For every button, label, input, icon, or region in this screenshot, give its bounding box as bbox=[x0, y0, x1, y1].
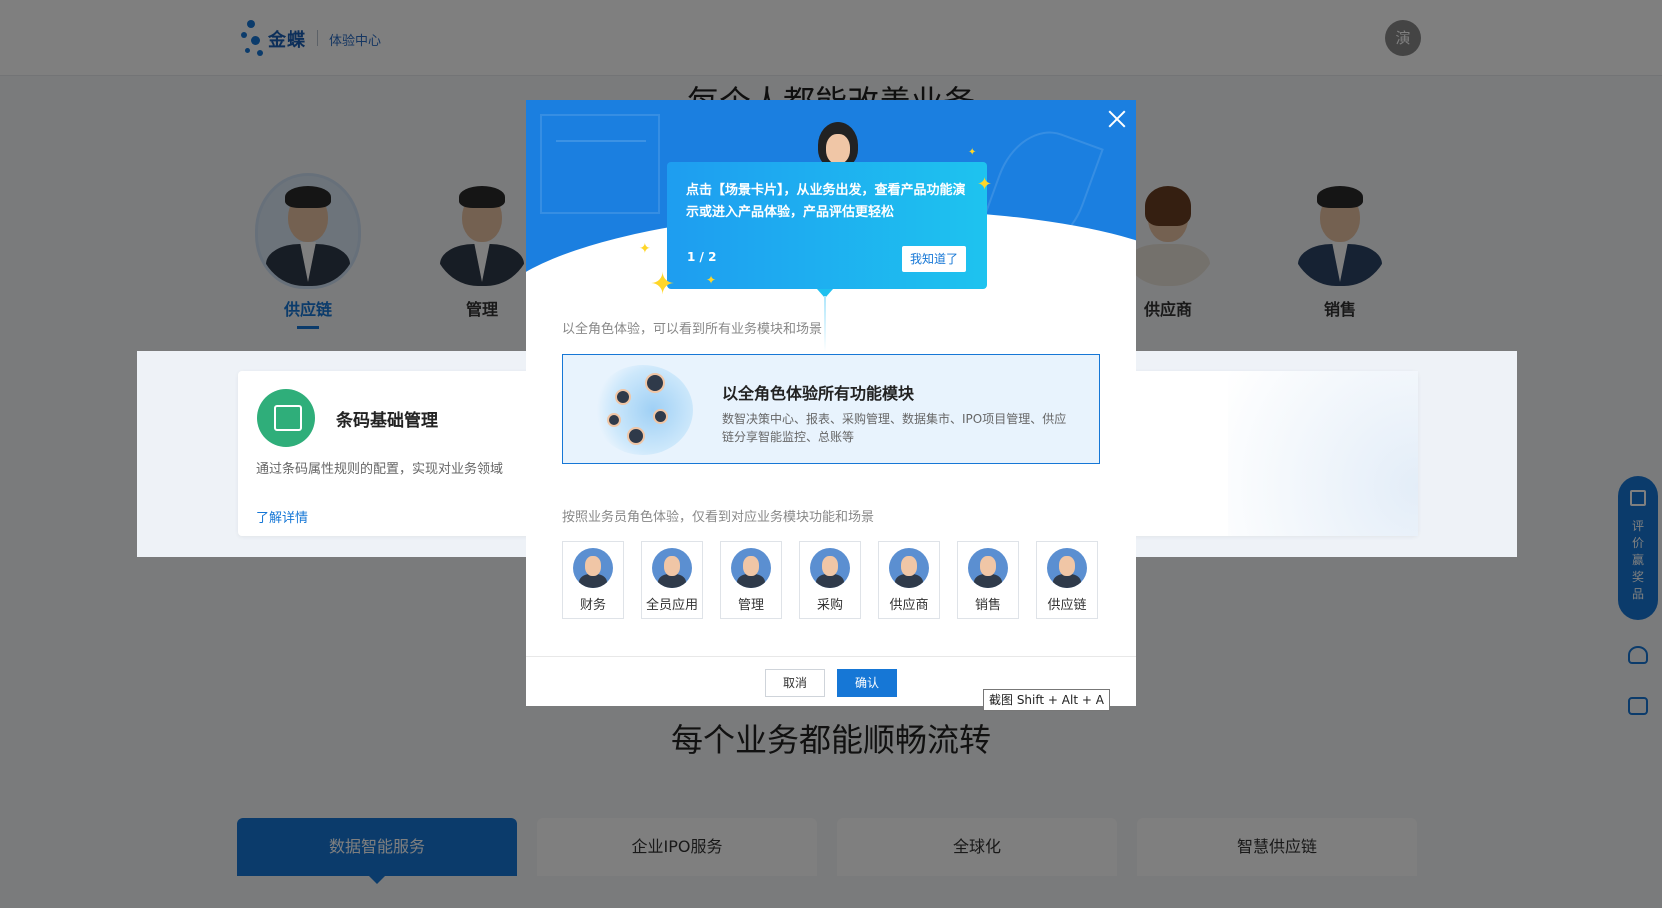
overlay-mask bbox=[1517, 351, 1662, 557]
screenshot-shortcut-tooltip: 截图 Shift + Alt + A bbox=[983, 689, 1110, 711]
role-chip-management[interactable]: 管理 bbox=[720, 541, 782, 619]
sparkle-icon: ✦ bbox=[650, 267, 676, 302]
cancel-button[interactable]: 取消 bbox=[765, 669, 825, 697]
role-chip-avatar bbox=[968, 548, 1008, 588]
role-chip-label: 全员应用 bbox=[645, 598, 698, 613]
scene-card-decoration bbox=[1228, 371, 1418, 536]
all-role-title: 以全角色体验所有功能模块 bbox=[722, 384, 915, 403]
role-chip-supplier[interactable]: 供应商 bbox=[878, 541, 940, 619]
per-role-section-label: 按照业务员角色体验，仅看到对应业务模块功能和场景 bbox=[562, 510, 875, 525]
guide-tooltip: 点击【场景卡片】，从业务出发，查看产品功能演示或进入产品体验，产品评估更轻松 1… bbox=[667, 162, 987, 289]
scene-card-link[interactable]: 了解详情 bbox=[256, 507, 308, 526]
confirm-button[interactable]: 确认 bbox=[837, 669, 897, 697]
role-chip-label: 管理 bbox=[737, 598, 764, 613]
guide-step-indicator: 1 / 2 bbox=[687, 250, 717, 264]
role-chip-purchasing[interactable]: 采购 bbox=[799, 541, 861, 619]
role-chip-label: 财务 bbox=[579, 598, 606, 613]
all-role-section-label: 以全角色体验，可以看到所有业务模块和场景 bbox=[562, 322, 823, 337]
role-chip-avatar bbox=[1047, 548, 1087, 588]
role-chip-sales[interactable]: 销售 bbox=[957, 541, 1019, 619]
role-chip-avatar bbox=[889, 548, 929, 588]
overlay-mask bbox=[0, 351, 137, 557]
role-chip-avatar bbox=[731, 548, 771, 588]
scene-card-title: 条码基础管理 bbox=[336, 411, 438, 431]
role-chip-supply-chain[interactable]: 供应链 bbox=[1036, 541, 1098, 619]
role-chip-finance[interactable]: 财务 bbox=[562, 541, 624, 619]
sparkle-icon: ✦ bbox=[977, 174, 993, 195]
guide-pointer-line bbox=[824, 296, 826, 352]
all-role-illustration bbox=[593, 365, 693, 455]
role-chip-label: 供应商 bbox=[889, 598, 929, 613]
sparkle-icon: ✦ bbox=[706, 273, 717, 287]
sparkle-icon: ✦ bbox=[968, 147, 977, 158]
role-chip-avatar bbox=[810, 548, 850, 588]
all-role-card[interactable]: 以全角色体验所有功能模块 数智决策中心、报表、采购管理、数据集市、IPO项目管理… bbox=[562, 354, 1100, 464]
close-icon[interactable] bbox=[1106, 108, 1128, 130]
sparkle-icon: ✦ bbox=[639, 241, 651, 257]
role-chip-label: 采购 bbox=[816, 598, 843, 613]
role-chip-avatar bbox=[652, 548, 692, 588]
guide-tooltip-text: 点击【场景卡片】，从业务出发，查看产品功能演示或进入产品体验，产品评估更轻松 bbox=[686, 183, 966, 220]
scene-card-desc: 通过条码属性规则的配置，实现对业务领域 bbox=[256, 462, 504, 477]
role-chip-label: 销售 bbox=[974, 598, 1001, 613]
barcode-chart-icon bbox=[257, 389, 315, 447]
all-role-desc: 数智决策中心、报表、采购管理、数据集市、IPO项目管理、供应链分享智能监控、总账… bbox=[722, 412, 1067, 444]
got-it-button[interactable]: 我知道了 bbox=[902, 246, 966, 272]
role-chip-avatar bbox=[573, 548, 613, 588]
role-chip-label: 供应链 bbox=[1047, 598, 1087, 613]
role-chip-all-staff[interactable]: 全员应用 bbox=[641, 541, 703, 619]
